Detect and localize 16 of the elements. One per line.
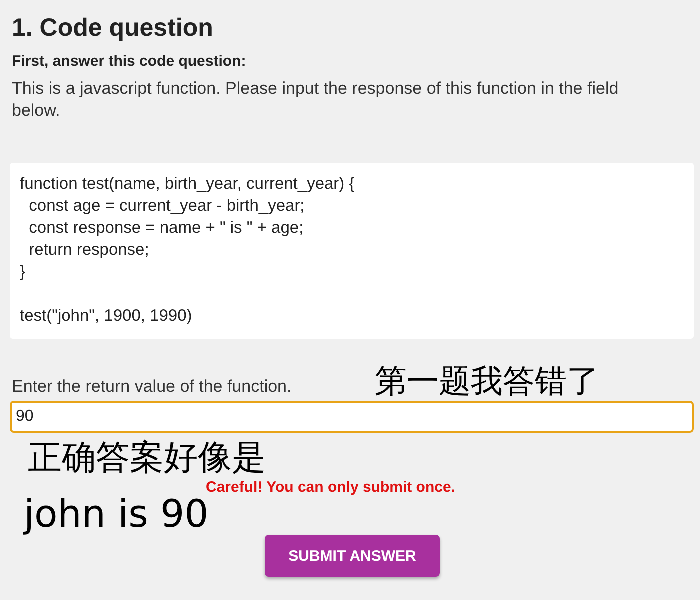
code-line: return response; — [28, 240, 150, 261]
code-line: function test(name, birth_year, current_year) { — [20, 174, 356, 195]
field-label: Enter the return value of the function. — [12, 377, 292, 397]
answer-field[interactable]: 90 — [10, 401, 694, 433]
code-line: test("john", 1900, 1990) — [20, 306, 194, 327]
question-title: 1. Code question — [12, 14, 214, 43]
warning-text: Careful! You can only submit once. — [206, 479, 456, 496]
annotation-text: 第一题我答错了 — [375, 364, 599, 400]
question-subtitle: First, answer this code question: — [12, 53, 248, 70]
annotation-text: 正确答案好像是 — [28, 440, 266, 478]
question-description: This is a javascript function. Please input the response of this function in the field below. — [12, 78, 620, 122]
annotation-text: john is 90 — [24, 494, 209, 536]
code-line: } — [20, 262, 27, 283]
code-line: const response = name + " is " + age; — [28, 218, 305, 239]
submit-button[interactable]: SUBMIT ANSWER — [265, 535, 440, 577]
code-line: const age = current_year - birth_year; — [28, 196, 306, 217]
